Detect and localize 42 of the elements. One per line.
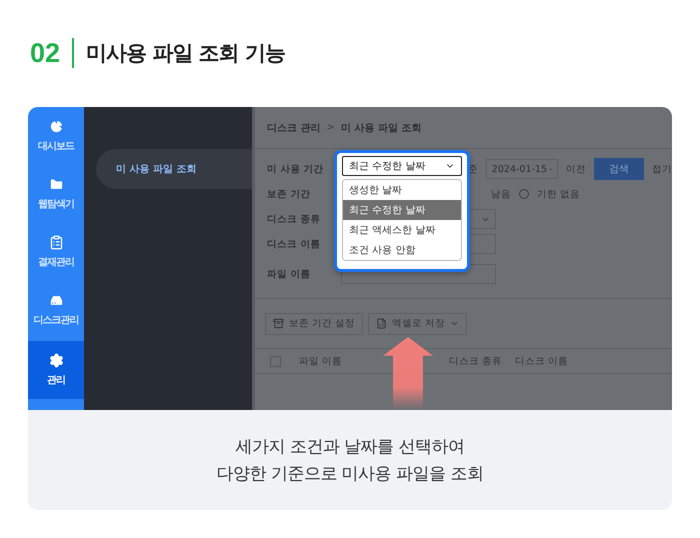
caption-text: 세가지 조건과 날짜를 선택하여 <box>235 436 465 458</box>
field-label: 이전 <box>566 162 586 176</box>
checkbox[interactable] <box>270 356 281 366</box>
clipboard-icon <box>48 235 64 250</box>
section-number: 02 <box>30 38 60 68</box>
sidebar-item[interactable]: 대시보드 <box>28 107 84 165</box>
field-label: 디스크 종류 <box>267 212 322 226</box>
spreadsheet-icon <box>376 318 388 329</box>
breadcrumb-item[interactable]: 디스크 관리 <box>267 120 320 134</box>
select-field[interactable]: 최근 수정한 날짜 <box>342 156 462 176</box>
drive-icon <box>48 293 64 308</box>
pie-chart-icon <box>48 119 64 134</box>
radio-button[interactable] <box>519 189 529 199</box>
column-header: 디스크 이름 <box>515 354 570 368</box>
section-title: 미사용 파일 조회 기능 <box>86 40 285 67</box>
retention-button[interactable]: 보존 기간 설정 <box>265 312 364 334</box>
caret-icon <box>450 319 460 328</box>
field-label: 디스크 이름 <box>267 238 322 250</box>
date-field[interactable]: 2024-01-15 <box>486 159 558 179</box>
column-header: 디스크 종류 <box>449 354 504 368</box>
export-button[interactable]: 엑셀로 저장 <box>368 312 468 334</box>
field-label: 미 사용 기간 <box>267 162 325 176</box>
radio-label: 남음 <box>491 188 511 200</box>
field-label: 파일 이름 <box>267 268 312 280</box>
breadcrumb-item[interactable]: 미 사용 파일 조회 <box>340 120 422 134</box>
sidebar-item[interactable]: 결재관리 <box>28 223 84 281</box>
sidebar-item[interactable]: 웹탐색기 <box>28 165 84 223</box>
breadcrumb-separator: > <box>326 122 335 133</box>
radio-label[interactable]: 기한 없음 <box>537 188 580 200</box>
collapse-link[interactable]: 접기 <box>652 162 672 176</box>
search-button[interactable]: 검색 <box>594 158 644 180</box>
settings-icon <box>48 353 64 368</box>
column-header: 파일 이름 <box>299 354 344 368</box>
up-arrow-icon <box>383 337 433 409</box>
caption-text: 다양한 기준으로 미사용 파일을 조회 <box>216 463 484 485</box>
sidebar-item[interactable]: 관리 <box>28 341 84 399</box>
archive-icon <box>273 318 284 329</box>
folder-icon <box>48 177 64 192</box>
sidebar-item[interactable]: 디스크관리 <box>28 281 84 339</box>
nav-item[interactable]: 미 사용 파일 조회 <box>96 149 252 189</box>
dropdown-option[interactable]: 최근 수정한 날짜 <box>343 200 461 220</box>
field-label: 보존 기간 <box>267 188 312 200</box>
